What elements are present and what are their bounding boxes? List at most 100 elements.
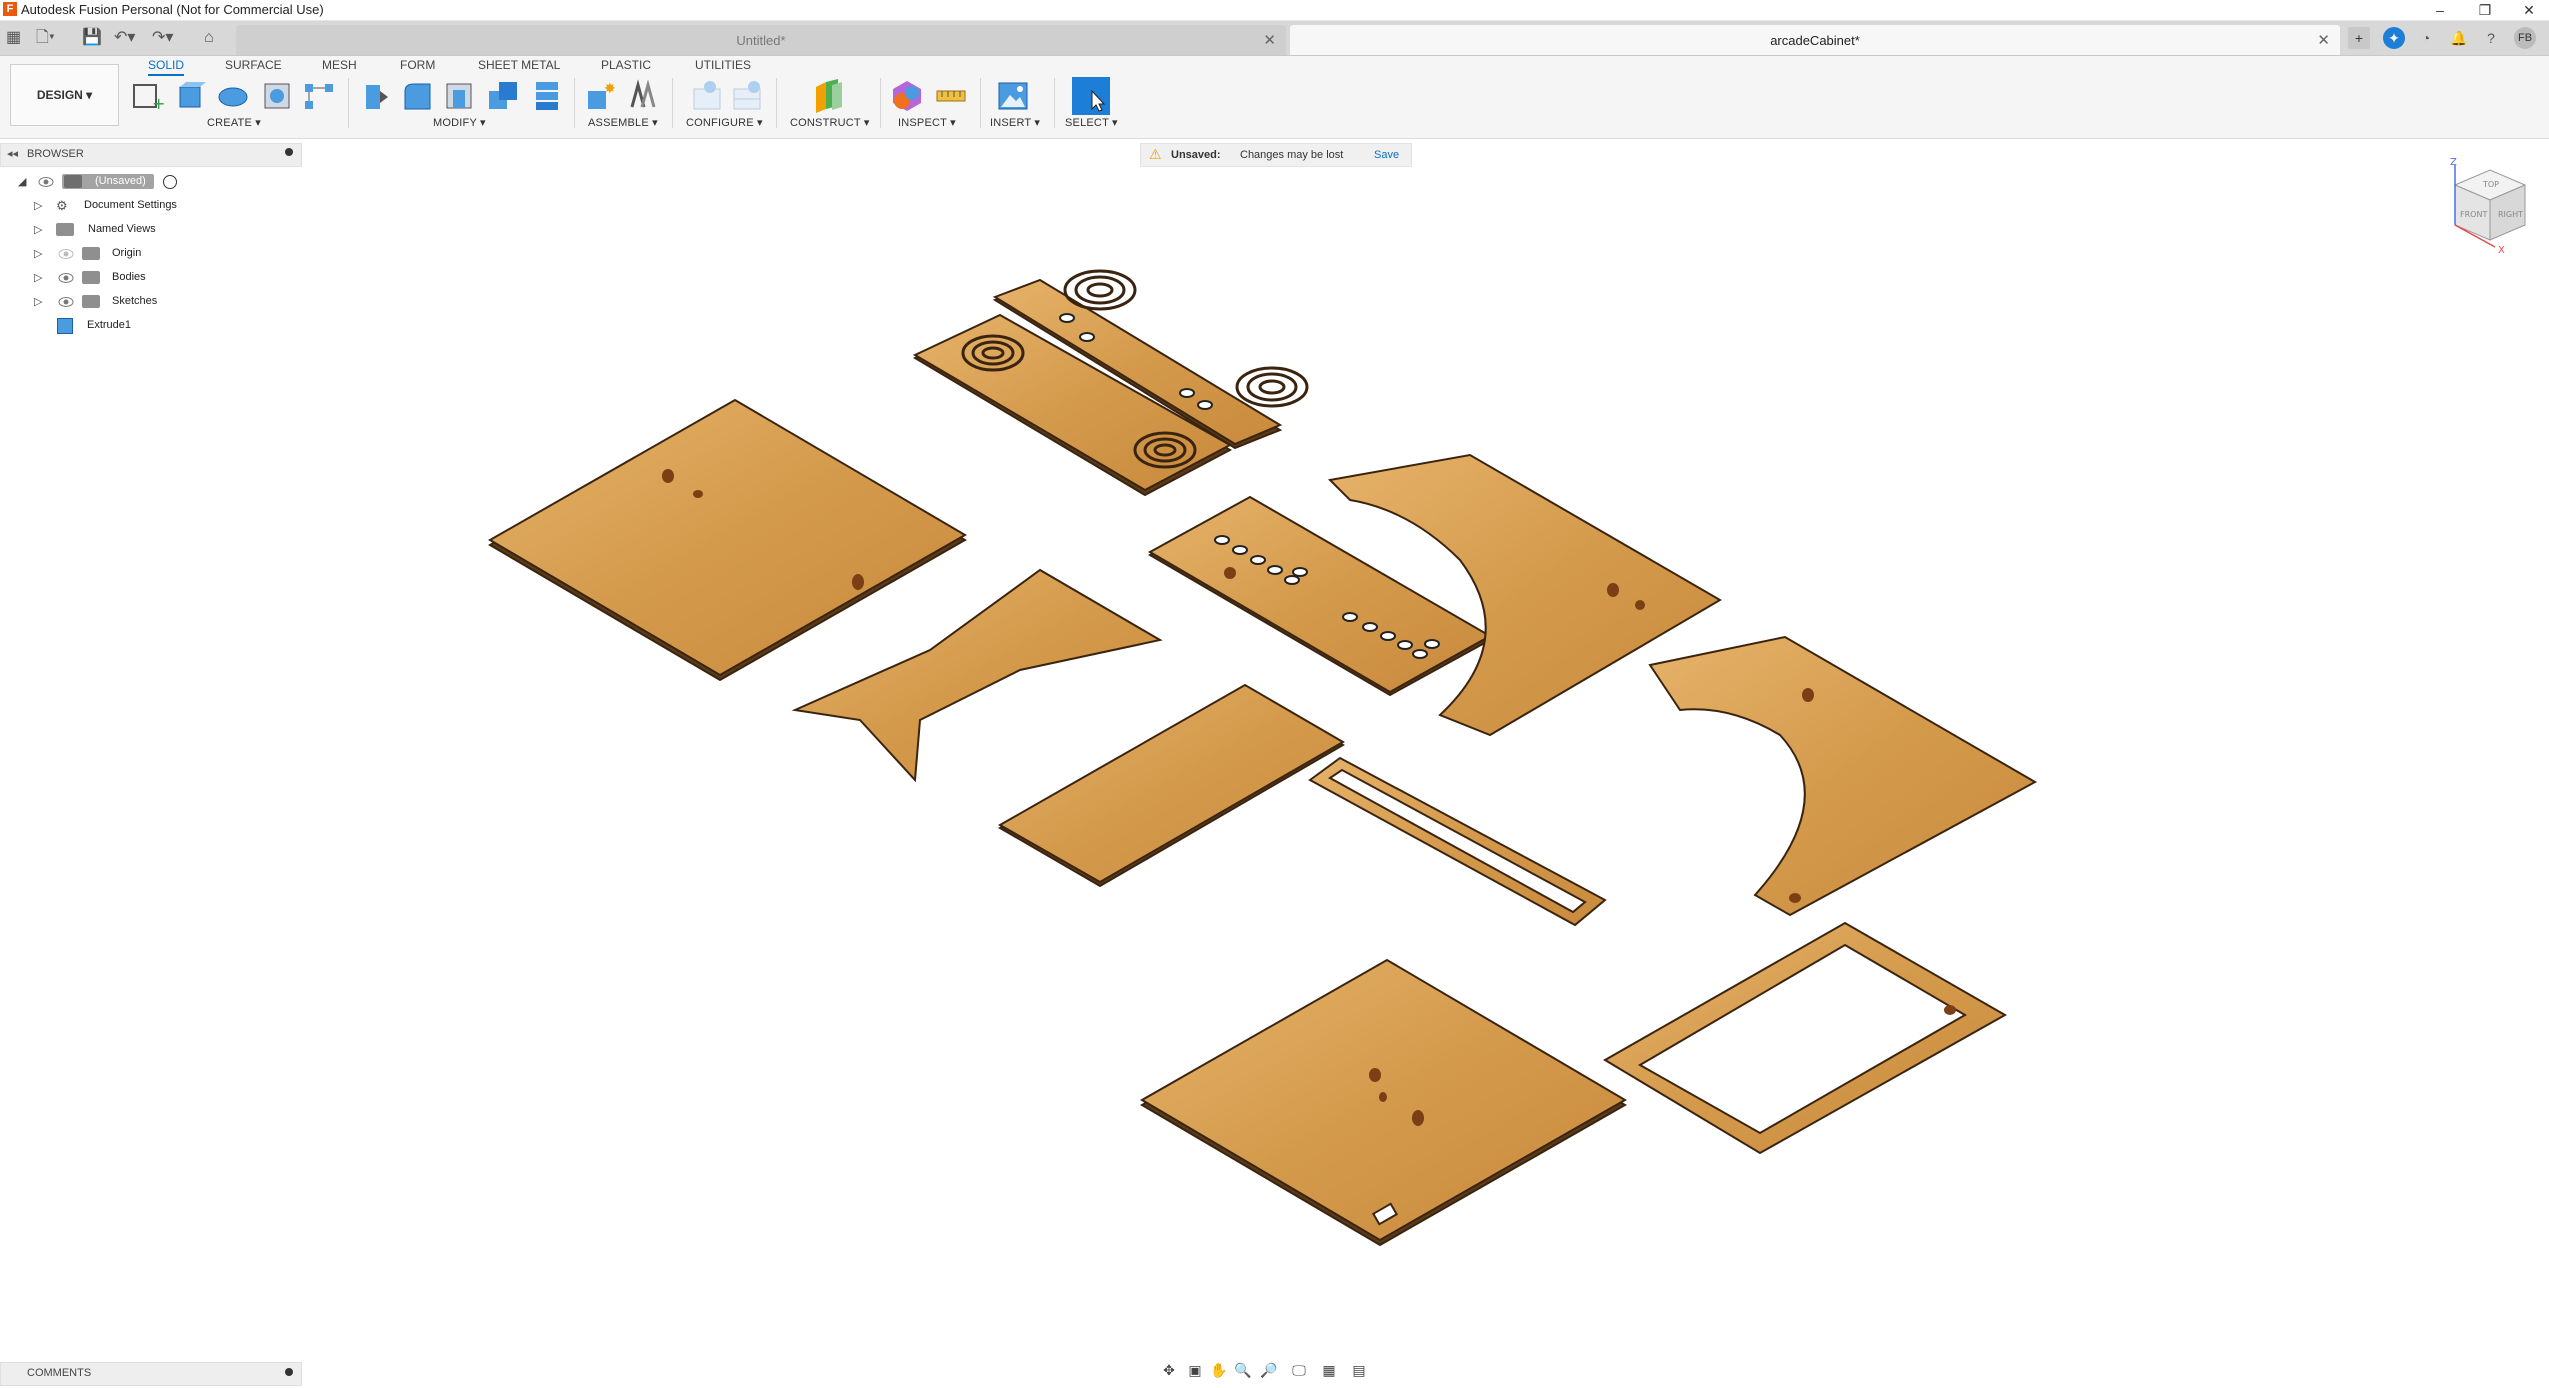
hole-icon[interactable] — [260, 79, 294, 113]
browser-root[interactable]: ◢ (Unsaved) — [0, 172, 300, 192]
part-side-panel-2[interactable] — [1648, 635, 2038, 917]
visibility-eye-icon[interactable] — [38, 176, 54, 188]
extensions-icon[interactable]: ✦ — [2383, 27, 2405, 49]
comments-panel-header[interactable]: COMMENTS — [0, 1362, 302, 1386]
browser-panel-header[interactable]: ◂◂ BROWSER — [0, 143, 302, 167]
fillet-icon[interactable] — [400, 79, 434, 113]
undo-icon[interactable]: ↶▾ — [114, 28, 135, 48]
display-settings-icon[interactable]: 🖵 — [1288, 1362, 1310, 1382]
user-avatar[interactable]: FB — [2514, 27, 2536, 49]
visibility-eye-icon[interactable] — [58, 272, 74, 284]
tab-plastic[interactable]: PLASTIC — [601, 56, 651, 74]
offset-plane-icon[interactable] — [812, 79, 846, 113]
viewcube[interactable]: TOP FRONT RIGHT Z X — [2440, 155, 2540, 255]
browser-item-origin[interactable]: ▷ Origin — [0, 244, 300, 264]
extrude-icon[interactable] — [174, 79, 208, 113]
notifications-icon[interactable]: 🔔 — [2448, 27, 2470, 49]
create-menu[interactable]: CREATE ▾ — [207, 116, 261, 129]
revolve-icon[interactable] — [216, 79, 250, 113]
maximize-button[interactable]: ❐ — [2465, 0, 2505, 20]
expand-triangle-icon[interactable]: ▷ — [34, 199, 42, 212]
tab-utilities[interactable]: UTILITIES — [695, 56, 751, 74]
press-pull-icon[interactable] — [358, 79, 392, 113]
pin-icon[interactable] — [285, 1368, 293, 1376]
inspect-menu[interactable]: INSPECT ▾ — [898, 116, 956, 129]
construct-menu[interactable]: CONSTRUCT ▾ — [790, 116, 870, 129]
tab-form[interactable]: FORM — [400, 56, 435, 74]
replace-face-icon[interactable] — [530, 79, 564, 113]
tab-arcadecabinet[interactable]: arcadeCabinet* ✕ — [1290, 25, 2340, 55]
visibility-eye-off-icon[interactable] — [58, 248, 74, 260]
tab-sheet-metal[interactable]: SHEET METAL — [478, 56, 560, 74]
expand-triangle-icon[interactable]: ▷ — [34, 295, 42, 308]
separator — [574, 78, 575, 128]
svg-text:✸: ✸ — [604, 81, 616, 97]
select-icon[interactable] — [1072, 77, 1110, 115]
insert-menu[interactable]: INSERT ▾ — [990, 116, 1040, 129]
tab-solid[interactable]: SOLID — [148, 56, 185, 76]
zoom-icon[interactable]: 🔍 — [1232, 1362, 1254, 1382]
tab-close-icon[interactable]: ✕ — [2317, 31, 2330, 49]
create-sketch-icon[interactable]: + — [130, 79, 164, 113]
tab-close-icon[interactable]: ✕ — [1263, 31, 1276, 49]
part-top-panel[interactable] — [488, 398, 967, 682]
part-screen-frame[interactable] — [1603, 921, 2008, 1155]
minimize-button[interactable]: – — [2420, 0, 2460, 20]
look-at-icon[interactable]: ▣ — [1184, 1362, 1206, 1382]
browser-item-document-settings[interactable]: ▷ ⚙ Document Settings — [0, 196, 300, 216]
canvas-viewport[interactable] — [0, 0, 2549, 1388]
expand-triangle-icon[interactable]: ▷ — [34, 271, 42, 284]
insert-canvas-icon[interactable] — [996, 79, 1030, 113]
tab-mesh[interactable]: MESH — [322, 56, 357, 74]
browser-item-bodies[interactable]: ▷ Bodies — [0, 268, 300, 288]
viewports-icon[interactable]: ▤ — [1348, 1362, 1370, 1382]
browser-item-named-views[interactable]: ▷ Named Views — [0, 220, 300, 240]
browser-item-sketches[interactable]: ▷ Sketches — [0, 292, 300, 312]
shell-icon[interactable] — [442, 79, 476, 113]
activate-radio-icon[interactable] — [163, 175, 177, 189]
help-icon[interactable]: ? — [2480, 27, 2502, 49]
select-menu[interactable]: SELECT ▾ — [1065, 116, 1118, 129]
grid-settings-icon[interactable]: ▦ — [1318, 1362, 1340, 1382]
redo-icon[interactable]: ↷▾ — [152, 28, 173, 48]
home-icon[interactable]: ⌂ — [204, 28, 214, 48]
orbit-icon[interactable]: ✥ — [1158, 1362, 1180, 1382]
collapse-arrows-icon[interactable]: ◂◂ — [7, 147, 18, 160]
workspace-switcher[interactable]: DESIGN ▾ — [10, 64, 119, 126]
tab-surface[interactable]: SURFACE — [225, 56, 282, 74]
part-middle-panel[interactable] — [997, 683, 1345, 888]
close-button[interactable]: ✕ — [2509, 0, 2549, 20]
joint-icon[interactable] — [626, 79, 660, 113]
expand-triangle-icon[interactable]: ◢ — [18, 175, 26, 188]
file-icon[interactable]: 🗋▾ — [36, 28, 55, 48]
expand-triangle-icon[interactable]: ▷ — [34, 247, 42, 260]
modify-menu[interactable]: MODIFY ▾ — [433, 116, 486, 129]
new-tab-plus-icon[interactable]: + — [2348, 27, 2370, 49]
configure-table-icon[interactable] — [730, 79, 764, 113]
tab-untitled[interactable]: Untitled* ✕ — [236, 25, 1286, 55]
display-component-colors-icon[interactable] — [890, 79, 924, 113]
pan-hand-icon[interactable]: ✋ — [1208, 1362, 1230, 1382]
app-grid-icon[interactable]: ▦ — [6, 28, 21, 48]
combine-icon[interactable] — [486, 79, 520, 113]
measure-icon[interactable] — [934, 79, 968, 113]
tree-item-label: Named Views — [88, 223, 156, 235]
job-status-icon[interactable]: ◔ — [2415, 27, 2437, 49]
fit-zoom-icon[interactable]: 🔎 — [1258, 1362, 1280, 1382]
new-component-icon[interactable]: ✸ — [584, 79, 618, 113]
separator — [348, 78, 349, 128]
browser-item-extrude1[interactable]: Extrude1 — [0, 316, 300, 336]
visibility-eye-icon[interactable] — [58, 296, 74, 308]
save-link[interactable]: Save — [1374, 149, 1399, 161]
pin-icon[interactable] — [285, 148, 293, 156]
separator — [980, 78, 981, 128]
save-icon[interactable]: 💾 — [82, 28, 102, 48]
expand-triangle-icon[interactable]: ▷ — [34, 223, 42, 236]
pattern-icon[interactable] — [302, 79, 336, 113]
assemble-menu[interactable]: ASSEMBLE ▾ — [588, 116, 658, 129]
part-bottom-panel[interactable] — [1140, 958, 1627, 1247]
configure-menu[interactable]: CONFIGURE ▾ — [686, 116, 763, 129]
viewcube-right-label: RIGHT — [2498, 210, 2523, 219]
part-marquee-frame[interactable] — [1308, 756, 1607, 927]
configure-icon[interactable] — [690, 79, 724, 113]
